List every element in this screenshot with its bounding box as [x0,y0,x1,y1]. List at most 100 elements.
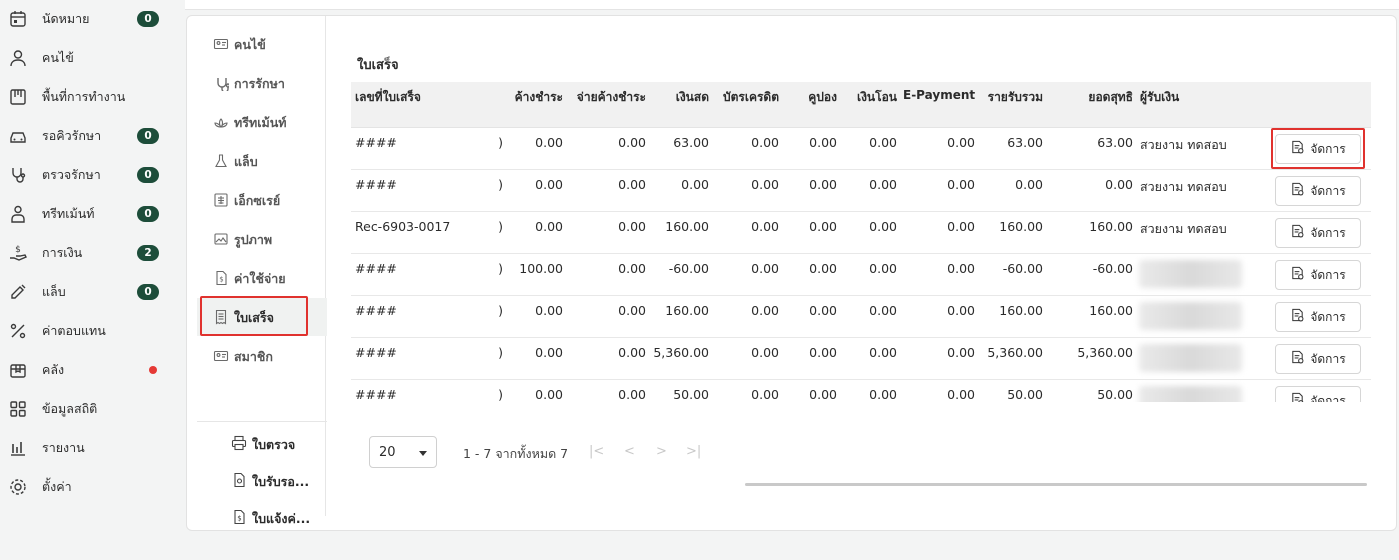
syringe-icon [8,282,28,302]
table-header: เลขที่ใบเสร็จ ค้างชำระ จ่ายค้างชำระ เงินสด บ… [351,82,1371,128]
sidebar-item-label: นัดหมาย [42,11,90,26]
first-page-button[interactable]: |< [589,444,604,459]
sidebar-item[interactable]: ข้อมูลสถิติ [0,391,180,427]
table-row: Rec-6903-0017) 0.00 0.00 160.00 0.00 0.00 0.00… [351,212,1371,254]
table-cell: -60.00 [668,261,709,276]
bar-chart-icon [8,438,28,458]
invoice-doc-icon: $ [231,509,247,525]
table-cell: 0.00 [618,219,646,234]
submenu-item-label: สมาชิก [234,349,273,364]
horizontal-scrollbar[interactable] [745,483,1367,486]
sidebar-item-label: ตั้งค่า [42,479,72,494]
table-cell: ) [498,135,503,150]
submenu-item-label: ทรีทเม้นท์ [234,115,287,130]
manage-button[interactable]: จัดการ [1275,302,1361,332]
redacted-receiver [1139,260,1242,288]
table-cell: 0.00 [947,345,975,360]
print-menu-item[interactable]: ใบรับรอ... [197,466,327,496]
column-header: จ่ายค้างชำระ [576,90,646,104]
sidebar-item-label: คลัง [42,362,65,377]
submenu-item[interactable]: แล็บ [197,142,327,180]
sidebar-item[interactable]: พื้นที่การทำงาน [0,79,180,115]
table-cell: 0.00 [535,345,563,360]
table-cell: 63.00 [673,135,709,150]
sidebar-item[interactable]: คลัง [0,352,180,388]
column-header: E-Payment [903,88,976,102]
table-cell: 160.00 [1089,219,1133,234]
submenu-item[interactable]: รูปภาพ [197,220,327,258]
table-cell: #### [355,177,397,192]
sidebar-item[interactable]: แล็บ 0 [0,274,180,310]
sidebar-item[interactable]: คนไข้ [0,40,180,76]
document-settings-icon [1290,308,1305,326]
table-cell: 160.00 [999,219,1043,234]
table-cell: 0.00 [751,261,779,276]
workspace-icon [8,87,28,107]
sidebar-item[interactable]: ตรวจรักษา 0 [0,157,180,193]
print-menu-item[interactable]: ใบตรวจ [197,429,327,459]
submenu-item[interactable]: คนไข้ [197,25,327,63]
document-settings-icon [1290,350,1305,368]
manage-button[interactable]: จัดการ [1275,260,1361,290]
table-cell: 160.00 [1089,303,1133,318]
table-cell: 0.00 [947,261,975,276]
svg-text:$: $ [237,515,241,523]
submenu-item[interactable]: $ ค่าใช้จ่าย [197,259,327,297]
lotus-icon [213,114,229,130]
sidebar-item[interactable]: ค่าตอบแทน [0,313,180,349]
column-header: เงินสด [675,90,709,104]
table-cell: 50.00 [1097,387,1133,402]
gear-icon [8,477,28,497]
table-cell: 0.00 [869,261,897,276]
submenu-item[interactable]: สมาชิก [197,337,327,375]
submenu-item[interactable]: การรักษา [197,64,327,102]
table-cell: ) [498,345,503,360]
table-cell: 0.00 [535,219,563,234]
column-header: บัตรเครดิต [722,90,779,104]
sidebar-item-label: การเงิน [42,245,83,260]
print-menu-item[interactable]: $ ใบแจ้งค่... [197,503,327,533]
manage-button[interactable]: จัดการ [1275,386,1361,402]
next-page-button[interactable]: > [656,444,667,459]
table-cell: 0.00 [869,177,897,192]
expense-doc-icon: $ [213,270,229,286]
table-cell: 0.00 [809,219,837,234]
table-cell: ) [498,303,503,318]
submenu-item[interactable]: ทรีทเม้นท์ [197,103,327,141]
column-header: เลขที่ใบเสร็จ [355,90,421,104]
print-menu-item-label: ใบตรวจ [252,437,296,452]
table-cell: 0.00 [535,303,563,318]
prev-page-button[interactable]: < [624,444,635,459]
manage-button[interactable]: จัดการ [1275,218,1361,248]
table-cell: 0.00 [751,177,779,192]
manage-button-label: จัดการ [1310,351,1346,366]
sidebar-item[interactable]: นัดหมาย 0 [0,1,180,37]
table-cell: ) [498,387,503,402]
submenu-item[interactable]: เอ็กซเรย์ [197,181,327,219]
count-badge: 0 [137,284,159,300]
manage-button-label: จัดการ [1310,309,1346,324]
count-badge: 0 [137,206,159,222]
sidebar-item[interactable]: $ การเงิน 2 [0,235,180,271]
page-size-select[interactable]: 20 [369,436,437,468]
table-cell: #### [355,303,397,318]
sidebar-item[interactable]: รอคิวรักษา 0 [0,118,180,154]
table-cell: 50.00 [673,387,709,402]
table-cell: 5,360.00 [1077,345,1133,360]
table-cell: 0.00 [681,177,709,192]
box-icon [8,360,28,380]
last-page-button[interactable]: >| [686,444,701,459]
submenu-item-label: คนไข้ [234,37,266,52]
money-hand-icon: $ [8,243,28,263]
table-cell: 160.00 [665,219,709,234]
table-cell: 0.00 [947,219,975,234]
column-header: คูปอง [808,90,837,104]
member-card-icon [213,348,229,364]
sidebar-item[interactable]: รายงาน [0,430,180,466]
manage-button[interactable]: จัดการ [1275,344,1361,374]
sidebar-item[interactable]: ทรีทเม้นท์ 0 [0,196,180,232]
sidebar-item[interactable]: ตั้งค่า [0,469,180,505]
manage-button[interactable]: จัดการ [1275,176,1361,206]
table-cell: 0.00 [869,135,897,150]
table-cell: 0.00 [947,387,975,402]
